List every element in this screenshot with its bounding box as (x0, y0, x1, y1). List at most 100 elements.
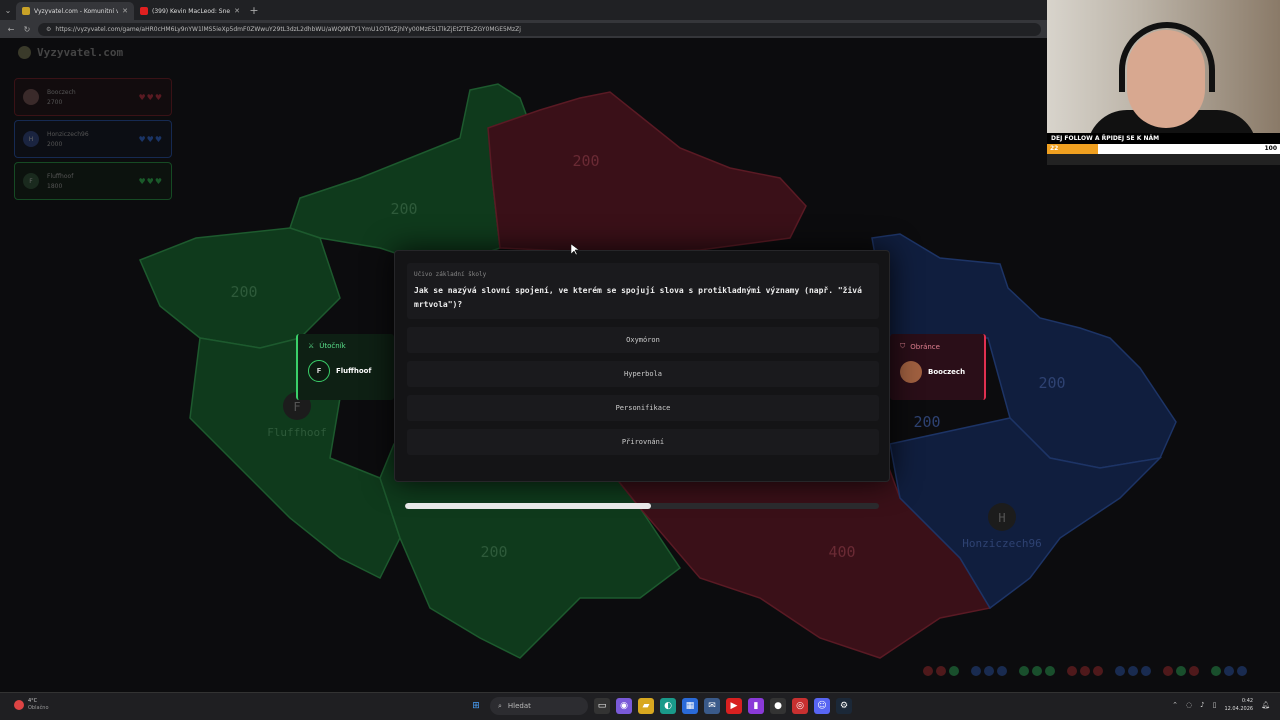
role-label: Útočník (319, 342, 346, 350)
map-value-label: 200 (480, 543, 507, 561)
weather-widget[interactable]: 4°C Oblačno (14, 698, 49, 712)
site-logo[interactable]: Vyzyvatel.com (18, 46, 123, 59)
back-arrow-icon[interactable]: ← (6, 25, 16, 34)
player-score: 2000 (47, 140, 63, 148)
map-value-label: 200 (572, 152, 599, 170)
player-card-honziczech96: H Honziczech96 2000 ♥♥♥ (14, 120, 172, 158)
attacker-name: Fluffhoof (336, 367, 372, 375)
search-placeholder: Hledat (507, 702, 531, 710)
base-marker-name: Honziczech96 (962, 537, 1041, 550)
webcam-overlay: DEJ FOLLOW A ŘPIDEJ SE K NÁM 22 100 (1047, 0, 1280, 165)
logo-text: Vyzyvatel.com (37, 46, 124, 59)
twitch-icon[interactable]: ▮ (748, 698, 764, 714)
answer-option[interactable]: Hyperbola (407, 361, 879, 387)
lives-hearts-icon: ♥♥♥ (138, 92, 163, 102)
map-value-label: 200 (390, 200, 417, 218)
volume-icon[interactable]: ♪ (1200, 701, 1204, 709)
timer-progress-bar (405, 503, 879, 509)
question-text: Jak se nazývá slovní spojení, ve kterém … (414, 286, 862, 309)
player-name: Booczech (47, 88, 76, 96)
browser-tab-bar: ⌄ Vyzyvatel.com - Komunitní vědom ✕ (399… (0, 0, 1047, 20)
sword-icon: ⚔ (308, 342, 315, 350)
mail-icon[interactable]: ✉ (704, 698, 720, 714)
player-card-booczech: Booczech 2700 ♥♥♥ (14, 78, 172, 116)
copilot-icon[interactable]: ◉ (616, 698, 632, 714)
follow-goal-target: 100 (1264, 145, 1277, 152)
obs-icon[interactable]: ● (770, 698, 786, 714)
edge-browser-icon[interactable]: ◐ (660, 698, 676, 714)
map-value-label: 400 (828, 543, 855, 561)
youtube-icon[interactable]: ▶ (726, 698, 742, 714)
answer-option[interactable]: Přirovnání (407, 429, 879, 455)
search-icon: ⌕ (498, 701, 502, 710)
reload-icon[interactable]: ↻ (22, 25, 32, 34)
player-name: Honziczech96 (47, 130, 89, 138)
close-tab-icon[interactable]: ✕ (234, 7, 240, 15)
browser-toolbar: ← ↻ ⚙ https://vyzyvatel.com/game/aHR0cHM… (0, 20, 1047, 38)
tab-title: (399) Kevin MacLeod: Sneaky (152, 7, 231, 15)
follow-goal-bar: 22 100 (1047, 144, 1280, 154)
tab-title: Vyzyvatel.com - Komunitní vědom (34, 7, 119, 15)
chrome-icon[interactable]: ◎ (792, 698, 808, 714)
follow-goal-current: 22 (1050, 145, 1059, 152)
player-score: 1800 (47, 182, 63, 190)
shield-icon: ⛉ (900, 342, 906, 350)
notifications-bell-icon[interactable]: 🔔︎ (1261, 701, 1270, 709)
question-box: Učivo základní školy Jak se nazývá slovn… (407, 263, 879, 319)
lives-hearts-icon: ♥♥♥ (138, 176, 163, 186)
windows-taskbar: 4°C Oblačno ⊞ ⌕ Hledat ▭ ◉ ▰ ◐ ▦ ✉ ▶ ▮ ●… (0, 692, 1280, 720)
question-modal: Učivo základní školy Jak se nazývá slovn… (394, 250, 890, 509)
mouse-cursor-icon (571, 244, 579, 256)
battery-icon[interactable]: ▯ (1213, 701, 1217, 709)
player-score: 2700 (47, 98, 63, 106)
task-view-icon[interactable]: ▭ (594, 698, 610, 714)
webcam-bottom-strip (1047, 154, 1280, 165)
taskbar-search[interactable]: ⌕ Hledat (490, 697, 588, 715)
attacker-card: ⚔ Útočník F Fluffhoof (296, 334, 394, 400)
tab-youtube[interactable]: (399) Kevin MacLeod: Sneaky ✕ (134, 2, 246, 20)
weather-icon (14, 700, 24, 710)
steam-icon[interactable]: ⚙ (836, 698, 852, 714)
answer-option[interactable]: Personifikace (407, 395, 879, 421)
tab-list-chevron-icon[interactable]: ⌄ (0, 6, 16, 15)
base-marker-letter: F (293, 400, 300, 414)
defender-name: Booczech (928, 368, 966, 376)
clock-time: 0:42 (1241, 698, 1254, 704)
address-bar[interactable]: ⚙ https://vyzyvatel.com/game/aHR0cHM6Ly9… (38, 22, 1041, 36)
question-category: Učivo základní školy (414, 271, 487, 278)
tray-overflow-chevron-icon[interactable]: ⌃ (1172, 701, 1178, 709)
close-tab-icon[interactable]: ✕ (122, 7, 128, 15)
logo-icon (18, 46, 31, 59)
weather-temp: 4°C (28, 698, 38, 704)
attacker-role: ⚔ Útočník (308, 342, 384, 350)
tab-vyzyvatel[interactable]: Vyzyvatel.com - Komunitní vědom ✕ (16, 2, 134, 20)
weather-desc: Oblačno (28, 705, 49, 711)
answer-option[interactable]: Oxymóron (407, 327, 879, 353)
player-card-fluffhoof: F Fluffhoof 1800 ♥♥♥ (14, 162, 172, 200)
store-icon[interactable]: ▦ (682, 698, 698, 714)
base-marker-letter: H (998, 511, 1005, 525)
defender-card: ⛉ Obránce Booczech (890, 334, 986, 400)
start-windows-icon[interactable]: ⊞ (468, 698, 484, 714)
player-name: Fluffhoof (47, 172, 74, 180)
avatar: F (23, 173, 39, 189)
timer-progress-fill (405, 503, 652, 509)
discord-icon[interactable]: ☺ (814, 698, 830, 714)
map-value-label: 200 (230, 283, 257, 301)
network-icon[interactable]: ◌ (1186, 701, 1192, 709)
attacker-avatar: F (308, 360, 330, 382)
taskbar-clock[interactable]: 0:42 12.04.2026 (1224, 697, 1253, 713)
region-red-north[interactable] (487, 91, 807, 254)
map-value-label: 200 (1038, 374, 1065, 392)
follow-banner: DEJ FOLLOW A ŘPIDEJ SE K NÁM (1047, 133, 1280, 144)
new-tab-button[interactable]: + (246, 4, 262, 17)
map-value-label: 200 (913, 413, 940, 431)
role-label: Obránce (910, 342, 940, 351)
color-palette (923, 666, 1247, 676)
base-marker-name: Fluffhoof (267, 426, 327, 439)
file-explorer-icon[interactable]: ▰ (638, 698, 654, 714)
lives-hearts-icon: ♥♥♥ (138, 134, 163, 144)
avatar (23, 89, 39, 105)
site-info-icon[interactable]: ⚙ (46, 26, 51, 33)
youtube-favicon-icon (140, 7, 148, 15)
